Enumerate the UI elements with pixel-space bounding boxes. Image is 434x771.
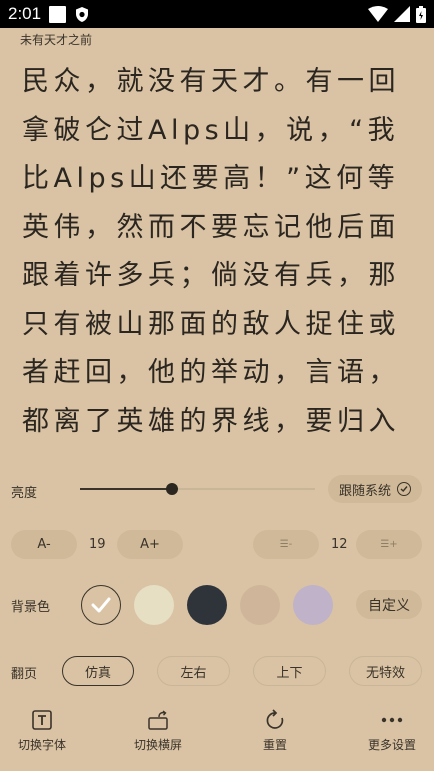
page-flip-option-simulation[interactable]: 仿真 xyxy=(62,656,134,686)
custom-background-button[interactable]: 自定义 xyxy=(356,590,422,619)
page-flip-option-horizontal[interactable]: 左右 xyxy=(157,656,230,686)
follow-system-button[interactable]: 跟随系统 xyxy=(328,475,422,503)
more-icon xyxy=(380,708,404,732)
reset-label: 重置 xyxy=(262,738,287,752)
font-decrease-button[interactable]: A- xyxy=(11,530,77,559)
reading-line: 拿破仑过Alps山，说，“我 xyxy=(22,114,400,146)
font-increase-button[interactable]: A+ xyxy=(117,530,183,559)
shield-icon xyxy=(76,6,89,22)
battery-icon xyxy=(416,5,426,23)
reading-line: 者赶回，他的举动，言语， xyxy=(22,357,400,388)
background-color-label: 背景色 xyxy=(11,600,51,615)
page-flip-option-none[interactable]: 无特效 xyxy=(349,656,422,686)
signal-icon xyxy=(394,6,410,22)
brightness-slider-fill xyxy=(80,488,172,490)
checkmark-icon xyxy=(91,597,111,613)
more-settings-label: 更多设置 xyxy=(367,738,416,752)
switch-landscape-button[interactable]: 切换横屏 xyxy=(118,708,198,753)
reading-line: 跟着许多兵；倘没有兵，那 xyxy=(22,260,400,291)
switch-landscape-label: 切换横屏 xyxy=(133,738,182,752)
reading-line: 比Alps山还要高！”这何等 xyxy=(22,163,400,194)
page-flip-option-vertical[interactable]: 上下 xyxy=(253,656,326,686)
reset-button[interactable]: 重置 xyxy=(235,708,315,753)
page-flip-row: 翻页 仿真 左右 上下 无特效 xyxy=(0,656,434,686)
brightness-label: 亮度 xyxy=(11,486,38,501)
status-time: 2:01 xyxy=(8,4,42,23)
wifi-icon xyxy=(368,6,388,22)
font-size-row: A- 19 A+ ☰- 12 ☰+ xyxy=(0,530,434,560)
reset-icon xyxy=(263,708,287,732)
bottom-toolbar: 切换字体 切换横屏 重置 更多设置 xyxy=(0,708,434,760)
rotate-screen-icon xyxy=(146,708,170,732)
font-icon xyxy=(30,708,54,732)
line-spacing-value: 12 xyxy=(331,537,348,552)
line-spacing-decrease-button[interactable]: ☰- xyxy=(253,530,319,559)
follow-system-label: 跟随系统 xyxy=(338,483,391,499)
more-settings-button[interactable]: 更多设置 xyxy=(352,708,432,753)
font-size-value: 19 xyxy=(89,537,106,552)
swatch-cream[interactable] xyxy=(134,585,174,625)
brightness-row: 亮度 跟随系统 xyxy=(0,473,434,505)
reading-line: 只有被山那面的敌人捉住或 xyxy=(22,308,400,340)
brightness-slider-thumb[interactable] xyxy=(166,483,178,495)
reading-content[interactable]: 民众，就没有天才。有一回 拿破仑过Alps山，说，“我 比Alps山还要高！”这… xyxy=(22,58,422,446)
page-flip-label: 翻页 xyxy=(11,667,38,682)
status-bar: 2:01 xyxy=(0,0,434,28)
reading-line: 民众，就没有天才。有一回 xyxy=(22,66,400,97)
reading-line: 英伟，然而不要忘记他后面 xyxy=(22,211,400,243)
reading-line: 都离了英雄的界线，要归入 xyxy=(22,405,400,437)
chapter-title: 未有天才之前 xyxy=(20,33,93,47)
switch-font-label: 切换字体 xyxy=(17,738,66,752)
background-color-row: 背景色 自定义 xyxy=(0,583,434,625)
line-spacing-increase-button[interactable]: ☰+ xyxy=(356,530,422,559)
notification-square-icon xyxy=(49,5,67,23)
swatch-tan[interactable] xyxy=(240,585,280,625)
switch-font-button[interactable]: 切换字体 xyxy=(2,708,82,753)
swatch-dark[interactable] xyxy=(187,585,227,625)
brightness-slider[interactable] xyxy=(80,483,315,495)
swatch-current[interactable] xyxy=(81,585,121,625)
check-circle-icon xyxy=(397,482,411,496)
swatch-lavender[interactable] xyxy=(293,585,333,625)
